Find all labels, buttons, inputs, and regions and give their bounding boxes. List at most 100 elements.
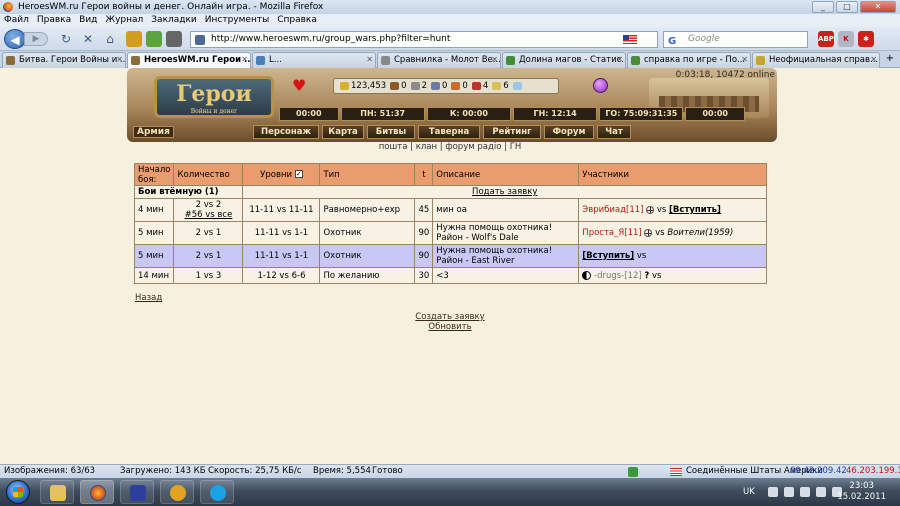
player-link[interactable]: -drugs-[12] [594, 271, 642, 281]
forward-button[interactable]: ▶ [24, 32, 48, 46]
tab-5[interactable]: Долина магов - Статис... ✕ [502, 52, 626, 68]
search-input[interactable]: G Google [663, 31, 808, 48]
join-button[interactable]: [Вступить] [669, 205, 721, 215]
opponent-name: Воители(1959) [667, 228, 734, 238]
join-button[interactable]: [Вступить] [582, 251, 634, 261]
k-addon-icon[interactable]: K [838, 31, 854, 47]
levels-filter-checkbox[interactable]: ✓ [294, 170, 303, 178]
new-tab-icon[interactable]: + [886, 53, 894, 64]
tab-close-icon[interactable]: ✕ [116, 53, 123, 67]
back-button[interactable]: ◀ [4, 29, 26, 49]
menu-bookmarks[interactable]: Закладки [151, 14, 197, 27]
nav-tavern[interactable]: Таверна [418, 125, 480, 139]
heart-icon[interactable]: ♥ [292, 78, 306, 94]
nav-chat[interactable]: Чат [597, 125, 631, 139]
taskbar-skype[interactable] [200, 480, 234, 504]
nav-map[interactable]: Карта [322, 125, 364, 139]
refresh-link[interactable]: Обновить [0, 322, 900, 332]
stop-icon[interactable]: ✕ [80, 31, 96, 47]
tab-close-icon[interactable]: ✕ [616, 53, 623, 67]
tab-7[interactable]: Неофициальная справ... ✕ [752, 52, 880, 68]
tab-favicon [381, 56, 390, 65]
gem-icon [492, 82, 502, 90]
tab-close-icon[interactable]: ✕ [491, 53, 498, 67]
tab-3[interactable]: L... ✕ [252, 52, 376, 68]
nav-character[interactable]: Персонаж [253, 125, 319, 139]
section-submit-cell: Подать заявку [242, 185, 767, 199]
status-speed: Скорость: 25,75 КБ/с [208, 466, 302, 476]
mail-icon[interactable] [628, 467, 638, 477]
tab-1[interactable]: Битва. Герои Войны и ... ✕ [2, 52, 126, 68]
search-placeholder: Google [688, 34, 720, 44]
minimize-button[interactable]: _ [812, 1, 834, 13]
link-mail[interactable]: пошта [379, 142, 408, 152]
tray-clock[interactable]: 23:03 15.02.2011 [837, 481, 886, 503]
tab-6[interactable]: справка по игре - По... ✕ [627, 52, 751, 68]
taskbar-explorer[interactable] [40, 480, 74, 504]
menu-help[interactable]: Справка [277, 14, 317, 27]
tab-close-icon[interactable]: ✕ [366, 53, 373, 67]
tab-close-icon[interactable]: ✕ [741, 53, 748, 67]
site-identity-icon[interactable] [195, 35, 205, 45]
col-participants: Участники [578, 163, 767, 186]
game-logo[interactable]: Герои Войны и денег [154, 76, 274, 118]
back-link[interactable]: Назад [135, 293, 162, 303]
cell-description: Нужна помощь охотника! Район - Wolf's Da… [432, 221, 580, 245]
cell-participants: [Вступить] vs [578, 244, 767, 268]
army-link[interactable]: Армия [133, 126, 174, 138]
link-gn[interactable]: ГН [510, 142, 522, 152]
menu-tools[interactable]: Инструменты [205, 14, 269, 27]
cell-levels: 11-11 vs 1-1 [242, 221, 321, 245]
taskbar: UK 23:03 15.02.2011 [0, 478, 900, 506]
vs-label: vs [636, 251, 647, 261]
tab-favicon [631, 56, 640, 65]
nav-forum[interactable]: Форум [544, 125, 594, 139]
player-link[interactable]: Эврибиад[11] [582, 205, 643, 215]
taskbar-firefox[interactable] [80, 480, 114, 504]
nav-rating[interactable]: Рейтинг [483, 125, 541, 139]
link-forum-radio[interactable]: форум радіо [445, 142, 501, 152]
address-bar[interactable]: http://www.heroeswm.ru/group_wars.php?fi… [190, 31, 658, 48]
taskbar-app-a[interactable] [160, 480, 194, 504]
menu-file[interactable]: Файл [4, 14, 29, 27]
potion-icon[interactable] [593, 78, 608, 93]
tab-4[interactable]: Сравнилка - Молот Ве... ✕ [377, 52, 501, 68]
addon-icon-3[interactable] [166, 31, 182, 47]
addon-icon-1[interactable] [126, 31, 142, 47]
google-icon[interactable]: G [668, 34, 676, 49]
home-icon[interactable]: ⌂ [102, 31, 118, 47]
player-link[interactable]: Проста_Я[11] [582, 228, 641, 238]
taskbar-save[interactable] [120, 480, 154, 504]
tab-2[interactable]: HeroesWM.ru Герои ... ✕ [127, 52, 251, 68]
table-row: 5 мин 2 vs 1 11-11 vs 1-1 Охотник 90 Нуж… [133, 244, 767, 268]
addon-icon-2[interactable] [146, 31, 162, 47]
close-button[interactable]: ✕ [860, 1, 896, 13]
nav-battles[interactable]: Битвы [367, 125, 415, 139]
count-value: 2 vs 2 [195, 200, 222, 210]
create-application-link[interactable]: Создать заявку [0, 312, 900, 322]
cell-participants: -drugs-[12] ? vs [578, 267, 767, 284]
link-clan[interactable]: клан [416, 142, 437, 152]
menu-edit[interactable]: Правка [37, 14, 71, 27]
col-count: Количество [173, 163, 244, 186]
tray-icon-2[interactable] [784, 487, 794, 497]
menu-history[interactable]: Журнал [105, 14, 143, 27]
reload-icon[interactable]: ↻ [58, 31, 74, 47]
count-extra-link[interactable]: #56 vs все [185, 210, 233, 220]
submit-application-link[interactable]: Подать заявку [472, 187, 537, 197]
tray-icon-1[interactable] [768, 487, 778, 497]
cell-count: 1 vs 3 [173, 267, 244, 284]
tray-icon-4[interactable] [816, 487, 826, 497]
firefox-icon [3, 2, 13, 12]
menu-view[interactable]: Вид [79, 14, 97, 27]
start-button[interactable] [6, 480, 30, 504]
adblock-icon[interactable]: ABP [818, 31, 834, 47]
maximize-button[interactable]: □ [836, 1, 858, 13]
tab-close-icon[interactable]: ✕ [870, 53, 877, 67]
col-levels: Уровни ✓ [242, 163, 321, 186]
sub-links: пошта | клан | форум радіо | ГН [378, 142, 522, 152]
tab-close-icon[interactable]: ✕ [241, 53, 248, 67]
tray-icon-3[interactable] [800, 487, 810, 497]
star-addon-icon[interactable]: ✱ [858, 31, 874, 47]
tray-language[interactable]: UK [743, 487, 755, 497]
